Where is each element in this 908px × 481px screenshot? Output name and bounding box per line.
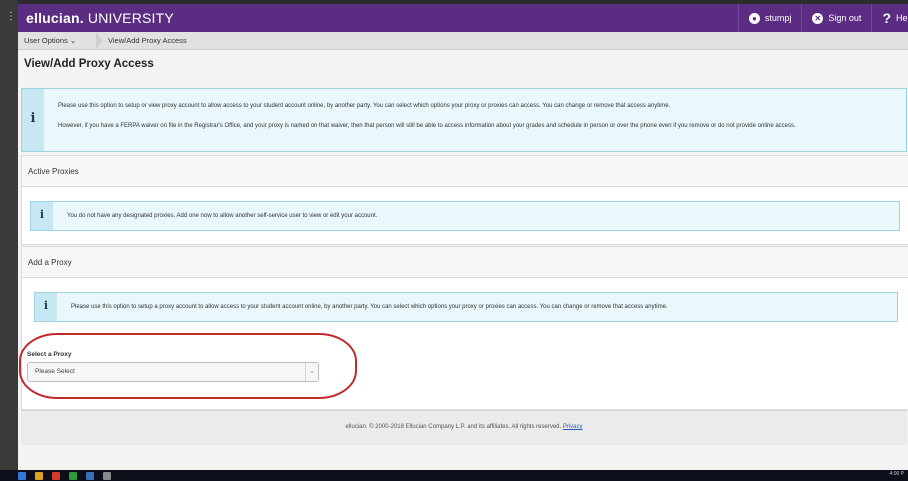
active-proxies-heading: Active Proxies [28, 167, 79, 176]
user-circle-icon: ● [748, 12, 760, 24]
left-edge-bar: ⋮ [0, 0, 18, 470]
breadcrumb: User Options ⌄ View/Add Proxy Access [18, 32, 908, 50]
brand-prefix: ellucian. [26, 10, 84, 26]
intro-info-box: i Please use this option to setup or vie… [21, 88, 907, 152]
brand-suffix: UNIVERSITY [87, 10, 174, 26]
menu-dots-icon[interactable]: ⋮ [6, 12, 16, 22]
taskbar-app-icon[interactable] [35, 472, 43, 480]
intro-paragraph-1: Please use this option to setup or view … [58, 103, 671, 109]
top-header-bar: ellucian. UNIVERSITY ● stumpj ✕ Sign out… [18, 4, 908, 32]
no-proxies-message: You do not have any designated proxies. … [67, 213, 378, 219]
info-icon: i [31, 202, 53, 230]
active-proxies-header: Active Proxies [22, 156, 908, 187]
add-proxy-heading: Add a Proxy [28, 258, 72, 267]
breadcrumb-current: View/Add Proxy Access [108, 36, 187, 45]
os-taskbar: 4:00 P [0, 470, 908, 481]
page-title: View/Add Proxy Access [24, 58, 154, 70]
taskbar-app-icon[interactable] [86, 472, 94, 480]
intro-paragraph-2: However, if you have a FERPA waiver on f… [58, 123, 796, 129]
taskbar-icons [18, 472, 111, 480]
breadcrumb-separator [96, 32, 103, 49]
screen: ⋮ ellucian. UNIVERSITY ● stumpj ✕ Sign o… [0, 0, 908, 481]
taskbar-app-icon[interactable] [103, 472, 111, 480]
sign-out-button[interactable]: ✕ Sign out [801, 4, 871, 32]
info-icon: i [35, 293, 57, 321]
help-button[interactable]: ? Help [871, 4, 908, 32]
windows-start-icon[interactable] [18, 472, 26, 480]
help-label: Help [896, 13, 908, 23]
footer-copyright: ellucian. © 2000-2018 Ellucian Company L… [345, 424, 562, 430]
sign-out-label: Sign out [828, 13, 862, 23]
help-icon: ? [882, 10, 891, 26]
taskbar-app-icon[interactable] [69, 472, 77, 480]
breadcrumb-user-options[interactable]: User Options ⌄ [24, 36, 76, 45]
footer: ellucian. © 2000-2018 Ellucian Company L… [21, 410, 907, 445]
no-proxies-info-box: i You do not have any designated proxies… [30, 201, 900, 231]
add-proxy-header: Add a Proxy [22, 247, 908, 278]
add-proxy-message: Please use this option to setup a proxy … [71, 304, 668, 310]
brand-logo[interactable]: ellucian. UNIVERSITY [26, 10, 174, 26]
red-annotation-circle [19, 333, 357, 399]
info-icon: i [22, 89, 44, 151]
add-proxy-info-box: i Please use this option to setup a prox… [34, 292, 898, 322]
user-menu[interactable]: ● stumpj [737, 4, 802, 32]
close-circle-icon: ✕ [812, 12, 824, 24]
footer-text-row: ellucian. © 2000-2018 Ellucian Company L… [21, 424, 907, 430]
privacy-link[interactable]: Privacy [563, 424, 583, 430]
user-name: stumpj [764, 13, 792, 23]
header-actions: ● stumpj ✕ Sign out ? Help [737, 4, 908, 32]
taskbar-app-icon[interactable] [52, 472, 60, 480]
taskbar-clock: 4:00 P [889, 471, 904, 477]
browser-page: ellucian. UNIVERSITY ● stumpj ✕ Sign out… [18, 4, 908, 470]
active-proxies-panel: Active Proxies i You do not have any des… [21, 155, 908, 245]
